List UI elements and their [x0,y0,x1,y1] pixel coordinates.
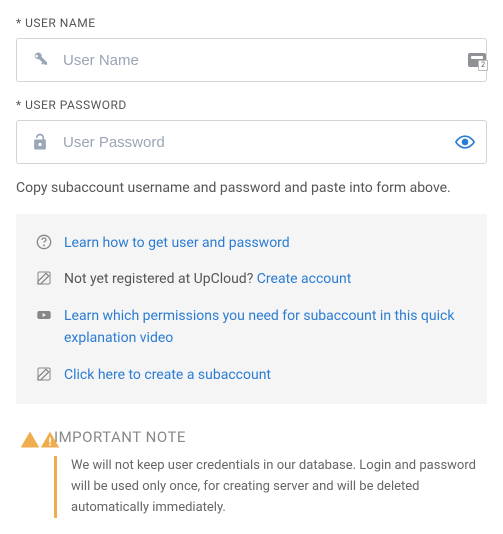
not-registered-text: Not yet registered at UpCloud? [64,271,257,287]
question-circle-icon [36,234,52,250]
info-item-create-account: Not yet registered at UpCloud? Create ac… [36,268,467,290]
info-item-learn-user-pass: Learn how to get user and password [36,232,467,254]
info-box: Learn how to get user and password Not y… [16,214,487,404]
permissions-video-link[interactable]: Learn which permissions you need for sub… [64,308,454,346]
warning-icon [20,430,40,450]
extension-badge-icon [468,53,486,67]
password-input[interactable] [16,120,487,164]
username-label: * USER NAME [16,16,487,30]
video-icon [36,307,52,323]
password-label: * USER PASSWORD [16,98,487,112]
create-subaccount-link[interactable]: Click here to create a subaccount [64,367,271,383]
password-input-wrapper [16,120,487,164]
eye-icon[interactable] [455,132,475,152]
username-input[interactable] [16,38,487,82]
note-body: We will not keep user credentials in our… [54,456,483,518]
info-item-permissions-video: Learn which permissions you need for sub… [36,305,467,350]
help-text: Copy subaccount username and password an… [16,180,487,196]
learn-user-pass-link[interactable]: Learn how to get user and password [64,235,290,251]
note-title: IMPORTANT NOTE [54,428,483,446]
important-note: IMPORTANT NOTE We will not keep user cre… [16,428,487,518]
info-item-create-subaccount: Click here to create a subaccount [36,364,467,386]
edit-icon [36,270,52,286]
edit-icon [36,366,52,382]
create-account-link[interactable]: Create account [257,271,352,287]
username-input-wrapper [16,38,487,82]
